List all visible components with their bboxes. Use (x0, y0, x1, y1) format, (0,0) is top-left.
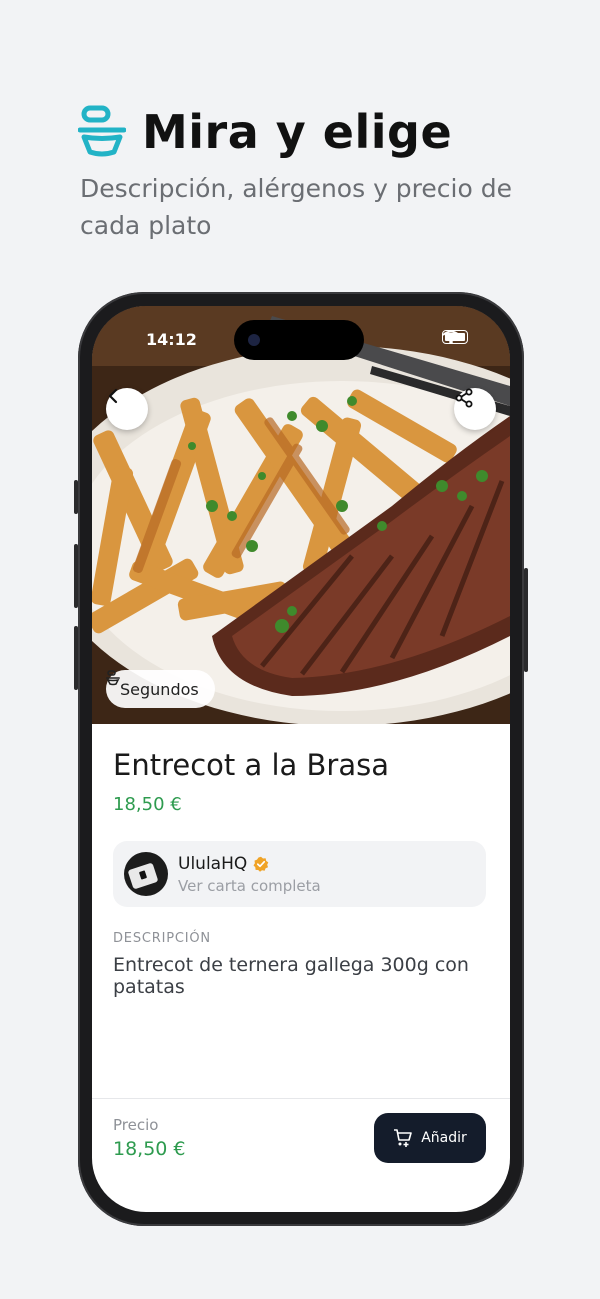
description-text: Entrecot de ternera gallega 300g con pat… (113, 954, 469, 998)
app-screen: 14:12 Segundos Entrecot a la Brasa 18,50… (92, 306, 510, 1212)
back-button[interactable] (106, 388, 148, 430)
dynamic-island (234, 320, 364, 360)
dish-name: Entrecot a la Brasa (113, 748, 389, 782)
add-button-label: Añadir (421, 1130, 467, 1146)
vendor-card[interactable]: UlulaHQ Ver carta completa (113, 841, 486, 907)
bowl-icon (106, 670, 120, 686)
cart-plus-icon (394, 1129, 413, 1147)
status-icons (442, 330, 468, 344)
vendor-avatar (124, 852, 168, 896)
phone-side-button (74, 626, 78, 690)
chevron-left-icon (108, 388, 118, 404)
share-icon (455, 388, 473, 408)
vendor-name-row: UlulaHQ (178, 854, 321, 874)
add-to-cart-button[interactable]: Añadir (374, 1113, 486, 1163)
category-chip[interactable]: Segundos (106, 670, 215, 708)
phone-side-button (74, 480, 78, 514)
dish-hero-image: 14:12 Segundos (92, 306, 510, 724)
status-time: 14:12 (146, 330, 197, 349)
promo-subtitle: Descripción, alérgenos y precio de cada … (80, 174, 512, 240)
verified-badge-icon (253, 856, 269, 872)
phone-frame: 14:12 Segundos Entrecot a la Brasa 18,50… (74, 292, 528, 1226)
footer-divider (92, 1098, 510, 1099)
bowl-icon (78, 105, 126, 157)
battery-icon (442, 330, 468, 344)
steak-with-fries-photo (92, 306, 510, 724)
category-label: Segundos (120, 679, 199, 699)
description-label: DESCRIPCIÓN (113, 931, 211, 946)
footer-price-value: 18,50 € (113, 1138, 186, 1160)
dish-price: 18,50 € (113, 794, 182, 815)
phone-side-button (74, 544, 78, 608)
vendor-name: UlulaHQ (178, 853, 248, 874)
promo-title: Mira y elige (142, 105, 453, 159)
camera-dot (248, 334, 260, 346)
vendor-info: UlulaHQ Ver carta completa (178, 854, 321, 895)
promo-title-row: Mira y elige (78, 104, 452, 160)
footer-price-label: Precio (113, 1116, 159, 1134)
phone-side-button (524, 568, 528, 672)
share-button[interactable] (454, 388, 496, 430)
view-full-menu-link[interactable]: Ver carta completa (178, 877, 321, 895)
